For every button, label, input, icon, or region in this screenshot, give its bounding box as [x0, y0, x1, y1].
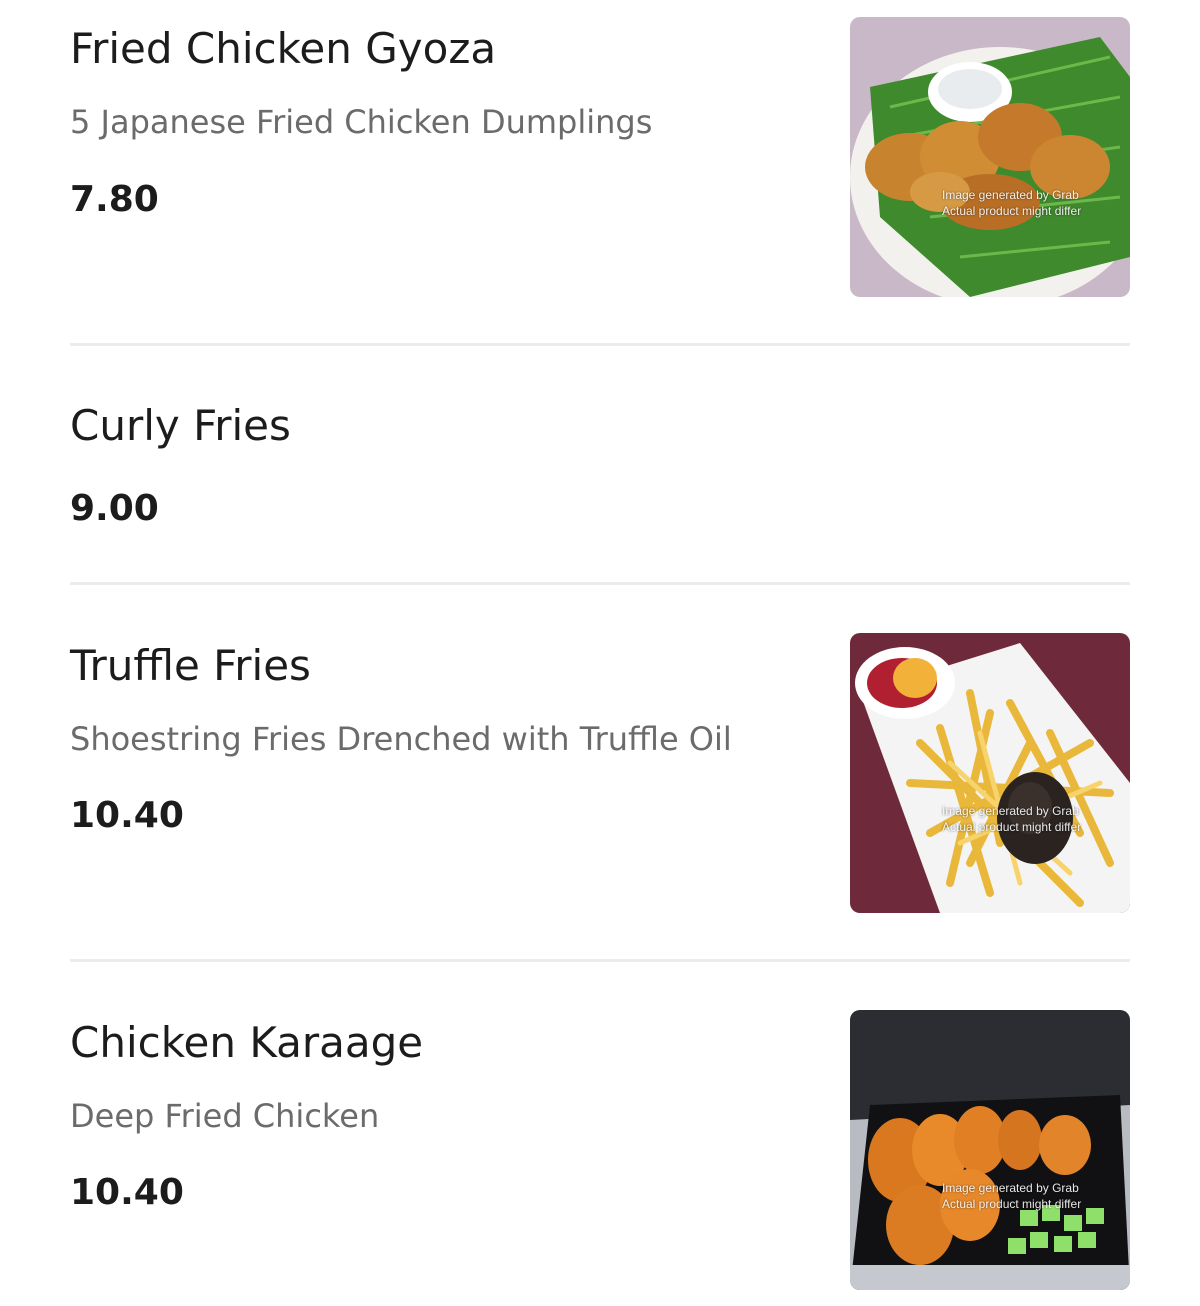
item-price: 10.40	[70, 795, 184, 836]
item-price: 10.40	[70, 1172, 184, 1213]
image-watermark: Image generated by Grab Actual product m…	[942, 804, 1082, 834]
karaage-photo-icon	[850, 1010, 1130, 1290]
fried-gyoza-photo-icon	[850, 17, 1130, 297]
item-name: Curly Fries	[70, 401, 291, 450]
item-image-chicken-karaage[interactable]: Image generated by Grab Actual product m…	[850, 1010, 1130, 1290]
menu-item-curly-fries[interactable]: Curly Fries 9.00	[70, 405, 1130, 535]
truffle-fries-photo-icon	[850, 633, 1130, 913]
item-price: 9.00	[70, 488, 159, 529]
item-description: Deep Fried Chicken	[70, 1097, 380, 1135]
image-watermark: Image generated by Grab Actual product m…	[942, 1181, 1082, 1211]
item-image-truffle-fries[interactable]: Image generated by Grab Actual product m…	[850, 633, 1130, 913]
divider	[70, 582, 1130, 585]
item-image-fried-chicken-gyoza[interactable]: Image generated by Grab Actual product m…	[850, 17, 1130, 297]
item-description: 5 Japanese Fried Chicken Dumplings	[70, 103, 653, 141]
image-watermark: Image generated by Grab Actual product m…	[942, 188, 1082, 218]
divider	[70, 343, 1130, 346]
divider	[70, 959, 1130, 962]
item-price: 7.80	[70, 179, 159, 220]
item-description: Shoestring Fries Drenched with Truffle O…	[70, 720, 732, 758]
